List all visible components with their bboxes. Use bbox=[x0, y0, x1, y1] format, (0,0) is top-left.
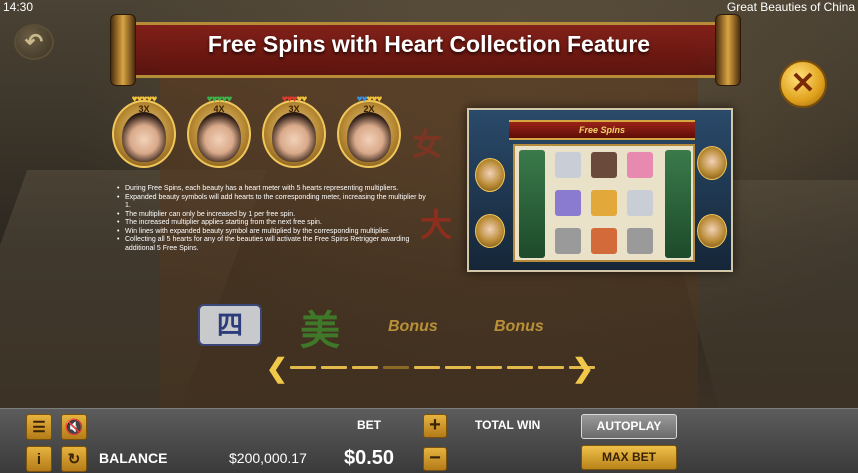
rule-item: The increased multiplier applies startin… bbox=[116, 219, 426, 228]
page-dot[interactable] bbox=[414, 366, 440, 369]
beauty-multiplier-icon: ♥♥♥♥♥ 3X bbox=[108, 94, 180, 172]
page-dot[interactable] bbox=[445, 366, 471, 369]
info-icon[interactable]: i bbox=[26, 446, 52, 472]
page-dot[interactable] bbox=[538, 366, 564, 369]
increase-bet-button[interactable]: + bbox=[423, 414, 447, 438]
page-dot[interactable] bbox=[290, 366, 316, 369]
preview-symbol bbox=[555, 190, 581, 216]
preview-symbol bbox=[591, 190, 617, 216]
decor-symbol-nu: 女 bbox=[412, 129, 442, 162]
preview-beauty-icon bbox=[475, 158, 505, 192]
page-dot[interactable] bbox=[476, 366, 502, 369]
page-indicator bbox=[290, 366, 595, 369]
preview-symbol bbox=[555, 228, 581, 254]
beauty-multiplier-icon: ♥♥♥♥♥ 4X bbox=[183, 94, 255, 172]
preview-symbol bbox=[591, 228, 617, 254]
page-dot[interactable] bbox=[383, 366, 409, 369]
preview-expanded-beauty bbox=[665, 150, 691, 258]
bet-label: BET bbox=[357, 418, 381, 432]
beauty-portrait bbox=[272, 112, 316, 162]
prev-page-arrow-icon[interactable]: ❮ bbox=[266, 355, 288, 381]
page-dot[interactable] bbox=[321, 366, 347, 369]
decrease-bet-button[interactable]: − bbox=[423, 447, 447, 471]
preview-symbol bbox=[555, 152, 581, 178]
rule-item: Expanded beauty symbols will add hearts … bbox=[116, 194, 426, 211]
beauty-multiplier-icon: ♥♥♥♥♥ 3X bbox=[258, 94, 330, 172]
rule-item: During Free Spins, each beauty has a hea… bbox=[116, 185, 426, 194]
decor-bonus-symbol: Bonus bbox=[494, 318, 544, 335]
balance-label: BALANCE bbox=[99, 450, 168, 466]
free-spins-preview-image: Free Spins bbox=[467, 108, 733, 272]
preview-beauty-icon bbox=[697, 146, 727, 180]
feature-rules-list: During Free Spins, each beauty has a hea… bbox=[116, 185, 426, 253]
rule-item: The multiplier can only be increased by … bbox=[116, 211, 426, 220]
page-dot[interactable] bbox=[352, 366, 378, 369]
beauty-multiplier-icon: ♥♥♥♥♥ 2X bbox=[333, 94, 405, 172]
preview-reels bbox=[513, 144, 695, 262]
beauty-portrait bbox=[347, 112, 391, 162]
max-bet-button[interactable]: MAX BET bbox=[581, 445, 677, 470]
preview-symbol bbox=[627, 228, 653, 254]
bet-value: $0.50 bbox=[344, 447, 395, 469]
autoplay-button[interactable]: AUTOPLAY bbox=[581, 414, 677, 439]
preview-symbol bbox=[627, 190, 653, 216]
preview-symbol bbox=[627, 152, 653, 178]
decor-symbol-da: 大 bbox=[420, 207, 453, 243]
game-title: Great Beauties of China bbox=[726, 0, 855, 14]
page-dot[interactable] bbox=[507, 366, 533, 369]
beauty-portrait bbox=[122, 112, 166, 162]
beauty-multiplier-label: 4X bbox=[213, 104, 225, 114]
decor-symbol-mei: 美 bbox=[300, 309, 340, 353]
next-page-arrow-icon[interactable]: ❯ bbox=[572, 355, 594, 381]
beauty-portrait bbox=[197, 112, 241, 162]
beauty-multiplier-label: 3X bbox=[288, 104, 300, 114]
decor-bonus-symbol: Bonus bbox=[388, 318, 438, 335]
decor-symbol-si: 四 bbox=[198, 304, 262, 346]
sound-muted-icon[interactable]: 🔇 bbox=[61, 414, 87, 440]
beauty-multiplier-label: 2X bbox=[363, 104, 375, 114]
help-page-title: Free Spins with Heart Collection Feature bbox=[207, 31, 651, 57]
rule-item: Win lines with expanded beauty symbol ar… bbox=[116, 228, 426, 237]
history-icon[interactable]: ↻ bbox=[61, 446, 87, 472]
preview-beauty-icon bbox=[475, 214, 505, 248]
preview-beauty-icon bbox=[697, 214, 727, 248]
control-bar: ☰ 🔇 i ↻ BALANCE $200,000.17 BET $0.50 + … bbox=[0, 408, 858, 473]
close-x-icon[interactable]: ✕ bbox=[779, 60, 827, 108]
preview-expanded-beauty bbox=[519, 150, 545, 258]
rule-item: Collecting all 5 hearts for any of the b… bbox=[116, 236, 426, 253]
balance-value: $200,000.17 bbox=[229, 450, 307, 466]
preview-symbol bbox=[591, 152, 617, 178]
beauty-multiplier-label: 3X bbox=[138, 104, 150, 114]
clock: 14:30 bbox=[3, 0, 34, 14]
total-win-label: TOTAL WIN bbox=[475, 418, 541, 432]
preview-banner: Free Spins bbox=[509, 120, 695, 140]
menu-list-icon[interactable]: ☰ bbox=[26, 414, 52, 440]
